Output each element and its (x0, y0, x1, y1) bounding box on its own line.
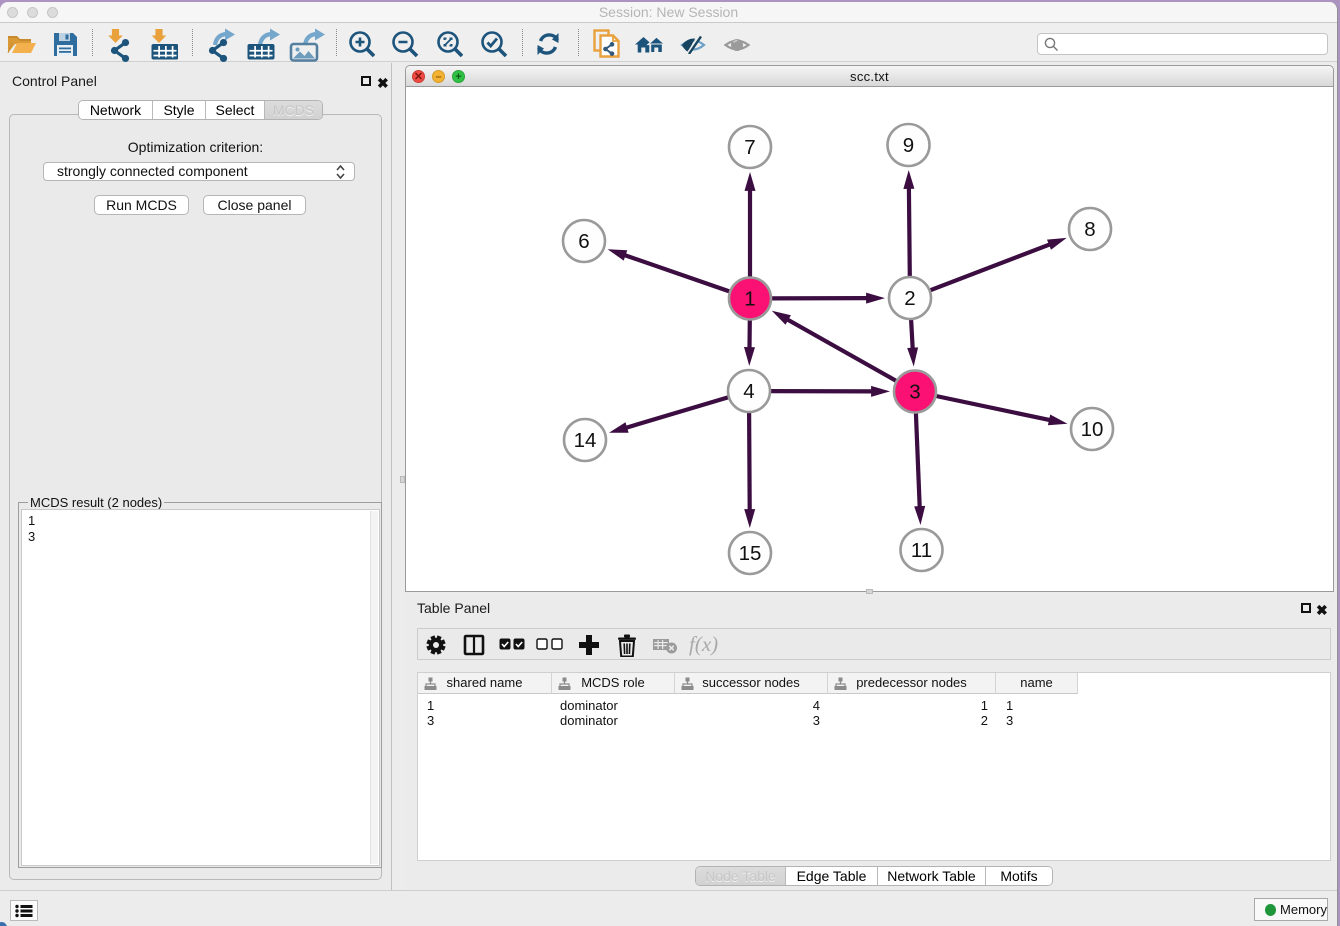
svg-text:14: 14 (574, 429, 597, 452)
svg-text:10: 10 (1081, 418, 1104, 441)
svg-text:11: 11 (911, 539, 932, 562)
svg-text:3: 3 (909, 381, 920, 404)
svg-text:4: 4 (743, 380, 754, 403)
svg-text:2: 2 (904, 287, 915, 310)
svg-text:15: 15 (739, 542, 762, 565)
svg-text:6: 6 (578, 230, 589, 253)
svg-text:9: 9 (903, 134, 914, 157)
svg-text:8: 8 (1084, 218, 1095, 241)
svg-text:1: 1 (744, 288, 755, 311)
svg-text:7: 7 (744, 136, 755, 159)
